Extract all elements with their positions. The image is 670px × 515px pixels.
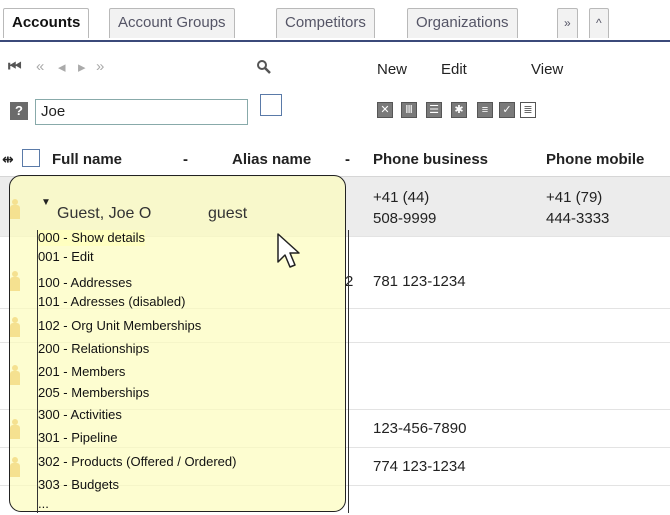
menu-item-addresses-disabled[interactable]: 101 - Adresses (disabled) [38,294,185,310]
new-button[interactable]: New [377,61,407,78]
menu-item-addresses[interactable]: 100 - Addresses [38,275,132,291]
edit-button[interactable]: Edit [441,61,467,78]
menu-item-show-details[interactable]: 000 - Show details [38,230,145,246]
navigation-toolbar: ⏮ « ◂ ▸ » New Edit View [0,55,670,85]
phone-business-cell: +41 (44) [373,189,430,206]
select-all-checkbox[interactable] [22,149,40,167]
first-page-icon[interactable]: ⏮ [8,58,22,75]
sort-indicator-icon: - [345,151,350,168]
tab-competitors[interactable]: Competitors [276,8,375,38]
settings-icon[interactable]: ✱ [451,102,467,118]
previous-icon[interactable]: ◂ [58,58,66,76]
column-alias-name[interactable]: Alias name [232,151,311,168]
tab-collapse-button[interactable]: ^ [589,8,609,38]
selected-row-full-name: Guest, Joe O [57,205,152,222]
menu-item-edit[interactable]: 001 - Edit [38,249,94,265]
phone-mobile-cell: 444-3333 [546,210,610,227]
view-button[interactable]: View [531,61,563,78]
menu-item-memberships[interactable]: 205 - Memberships [38,385,149,401]
sort-indicator-icon: - [183,151,188,168]
phone-business-cell: 774 123-1234 [373,458,466,475]
help-icon[interactable]: ? [10,102,28,120]
phone-business-cell: 123-456-7890 [373,420,467,437]
filter-checkbox[interactable] [260,94,282,116]
selected-row-alias: guest [208,205,248,222]
column-picker-icon[interactable]: ⇹ [2,151,14,168]
next-page-icon[interactable]: » [96,58,104,75]
document-icon[interactable]: ≡ [477,102,493,118]
menu-item-org-unit-memberships[interactable]: 102 - Org Unit Memberships [38,318,201,334]
column-phone-mobile[interactable]: Phone mobile [546,151,644,168]
menu-item-activities[interactable]: 300 - Activities [38,407,122,423]
tab-organizations[interactable]: Organizations [407,8,518,38]
columns-icon[interactable]: Ⅲ [401,102,417,118]
menu-item-pipeline[interactable]: 301 - Pipeline [38,430,118,446]
menu-item-budgets[interactable]: 303 - Budgets [38,477,119,493]
phone-business-cell: 508-9999 [373,210,437,227]
menu-item-members[interactable]: 201 - Members [38,364,125,380]
menu-item-more[interactable]: ... [38,496,49,512]
list-icon[interactable]: ≣ [520,102,536,118]
phone-business-cell: 781 123-1234 [373,273,466,290]
table-header: ⇹ Full name - Alias name - Phone busines… [0,143,670,177]
filter-row: ? Joe ✕ Ⅲ ☰ ✱ ≡ ✓ ≣ [0,92,670,132]
tab-accounts[interactable]: Accounts [3,8,90,38]
checklist-icon[interactable]: ✓ [499,102,515,118]
tab-more-button[interactable]: » [557,8,578,38]
menu-item-products[interactable]: 302 - Products (Offered / Ordered) [38,454,236,470]
column-full-name[interactable]: Full name [52,151,122,168]
dropdown-caret-icon[interactable]: ▼ [41,197,51,208]
search-input[interactable]: Joe [35,99,248,125]
phone-mobile-cell: +41 (79) [546,189,603,206]
export-excel-icon[interactable]: ✕ [377,102,393,118]
next-icon[interactable]: ▸ [78,58,86,76]
table-icon[interactable]: ☰ [426,102,442,118]
column-phone-business[interactable]: Phone business [373,151,488,168]
tab-account-groups[interactable]: Account Groups [109,8,235,38]
tab-bar: Accounts Account Groups Competitors Orga… [0,0,670,42]
magnifier-icon[interactable] [256,59,272,80]
mouse-cursor-icon [277,233,300,268]
menu-item-relationships[interactable]: 200 - Relationships [38,341,149,357]
previous-page-icon[interactable]: « [36,58,44,75]
